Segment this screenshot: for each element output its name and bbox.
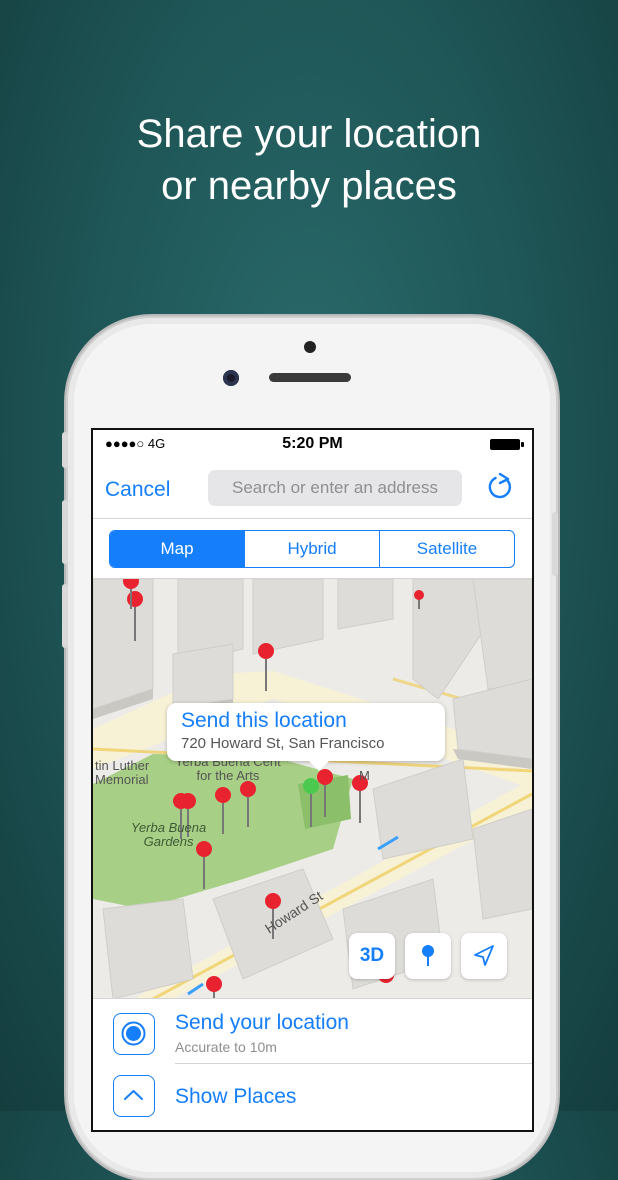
location-arrow-icon: [474, 945, 494, 966]
headline-line-1: Share your location: [136, 112, 482, 156]
phone-screen: ●●●●○ 4G 5:20 PM Cancel Search or enter …: [91, 428, 534, 1132]
callout-address: 720 Howard St, San Francisco: [181, 735, 385, 752]
pin-icon: [422, 945, 434, 966]
cancel-button[interactable]: Cancel: [105, 478, 170, 502]
proximity-sensor: [304, 341, 316, 353]
row-divider: [175, 1063, 532, 1064]
headline-line-2: or nearby places: [161, 164, 457, 208]
current-location-icon: [113, 1013, 155, 1055]
headline: Share your location or nearby places: [0, 108, 618, 212]
send-your-location-accuracy: Accurate to 10m: [175, 1039, 277, 1055]
map-label-yerba-buena-gardens: Yerba Buena Gardens: [131, 820, 207, 849]
show-places-title: Show Places: [175, 1085, 297, 1108]
phone-side-button-volume-up: [62, 500, 68, 564]
tab-satellite[interactable]: Satellite: [380, 531, 514, 567]
phone-side-button-power: [552, 512, 558, 576]
map-type-segmented-control: Map Hybrid Satellite: [109, 530, 515, 568]
status-bar: ●●●●○ 4G 5:20 PM: [93, 430, 532, 456]
map-view[interactable]: tin Luther Memorial Yerba Buena Cent for…: [93, 578, 532, 999]
map-label-mlk-memorial: tin Luther Memorial: [95, 758, 150, 787]
search-input[interactable]: Search or enter an address: [208, 470, 462, 506]
drop-pin-button[interactable]: [405, 933, 451, 979]
earpiece-speaker: [269, 373, 351, 382]
status-time: 5:20 PM: [282, 435, 343, 452]
refresh-icon[interactable]: [484, 470, 516, 504]
phone-side-button-mute: [62, 432, 68, 468]
callout-title: Send this location: [181, 709, 347, 732]
3d-toggle-button[interactable]: 3D: [349, 933, 395, 979]
map-label-m: M: [359, 768, 370, 783]
front-camera: [223, 370, 239, 386]
tab-map[interactable]: Map: [110, 531, 245, 567]
tab-hybrid[interactable]: Hybrid: [245, 531, 380, 567]
phone-side-button-volume-down: [62, 584, 68, 648]
send-your-location-title: Send your location: [175, 1011, 349, 1034]
nav-bar: Cancel Search or enter an address: [93, 456, 532, 519]
battery-icon: [490, 439, 524, 450]
send-this-location-callout[interactable]: Send this location 720 Howard St, San Fr…: [167, 703, 445, 771]
location-pin[interactable]: [206, 976, 222, 999]
current-location-button[interactable]: [461, 933, 507, 979]
bottom-panel: Send your location Accurate to 10m Show …: [93, 998, 532, 1130]
